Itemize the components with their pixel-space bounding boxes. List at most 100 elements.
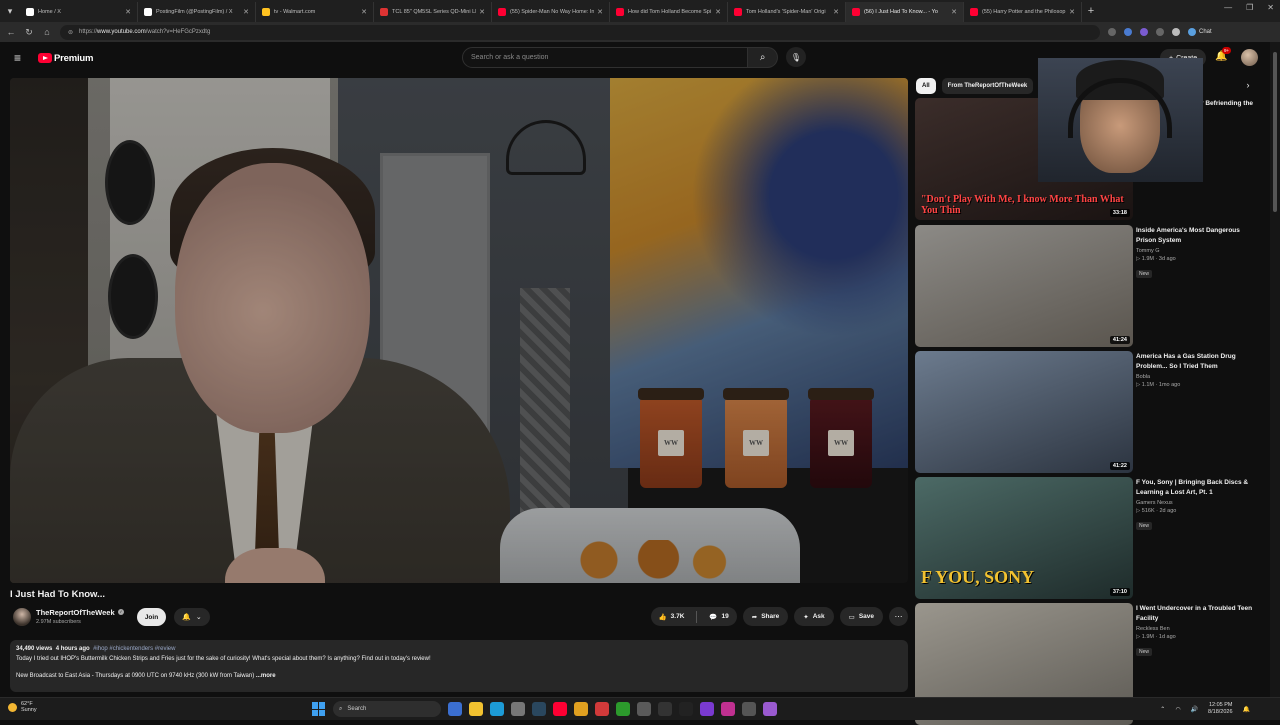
channel-name[interactable]: Gamers Nexus: [1136, 500, 1258, 506]
search-input[interactable]: Search or ask a question: [462, 47, 749, 68]
xbox-icon[interactable]: [616, 702, 630, 716]
browser-tab[interactable]: (55) Spider-Man No Way Home: In ✕: [492, 2, 610, 22]
close-tab-icon[interactable]: ✕: [715, 8, 721, 16]
browser-tab[interactable]: tv - Walmart.com ✕: [256, 2, 374, 22]
close-tab-icon[interactable]: ✕: [243, 8, 249, 16]
more-actions-icon[interactable]: ⋯: [889, 607, 908, 626]
video-title[interactable]: F You, Sony | Bringing Back Discs & Lear…: [1136, 478, 1258, 498]
channel-avatar[interactable]: [13, 608, 31, 626]
app-icon[interactable]: [448, 702, 462, 716]
app-icon[interactable]: [742, 702, 756, 716]
edge-icon[interactable]: [490, 702, 504, 716]
notification-center-icon[interactable]: 🔔: [1243, 706, 1250, 713]
tab-search-icon[interactable]: ▾: [0, 0, 20, 22]
share-button[interactable]: ➦ Share: [742, 607, 789, 626]
tiktok-icon[interactable]: [679, 702, 693, 716]
steam-icon[interactable]: [532, 702, 546, 716]
app-icon[interactable]: [700, 702, 714, 716]
join-button[interactable]: Join: [137, 608, 166, 626]
app-icon[interactable]: [637, 702, 651, 716]
voice-search-icon[interactable]: 🎙: [786, 47, 806, 67]
search-icon[interactable]: ⌕: [748, 47, 778, 68]
channel-name[interactable]: Bobla: [1136, 374, 1258, 380]
video-title[interactable]: I Went Undercover in a Troubled Teen Fac…: [1136, 604, 1258, 624]
save-button[interactable]: ▭ Save: [839, 607, 883, 626]
app-icon[interactable]: [469, 702, 483, 716]
favicon-icon: [852, 8, 860, 16]
recommended-video[interactable]: F YOU, SONY 37:10 F You, Sony | Bringing B…: [915, 477, 1260, 599]
close-tab-icon[interactable]: ✕: [125, 8, 131, 16]
chevron-up-icon[interactable]: ⌃: [1160, 706, 1165, 713]
youtube-logo[interactable]: Premium: [38, 53, 93, 64]
chevron-right-icon[interactable]: ›: [1240, 77, 1256, 93]
close-tab-icon[interactable]: ✕: [479, 8, 485, 16]
video-title[interactable]: Inside America's Most Dangerous Prison S…: [1136, 226, 1258, 246]
browser-tab[interactable]: (55) Harry Potter and the Philosop ✕: [964, 2, 1082, 22]
video-thumbnail[interactable]: 41:22: [915, 351, 1133, 473]
new-tab-button[interactable]: +: [1082, 5, 1100, 17]
notifications-icon[interactable]: 🔔 9+: [1215, 47, 1232, 62]
video-thumbnail[interactable]: F YOU, SONY 37:10: [915, 477, 1133, 599]
app-icon[interactable]: [595, 702, 609, 716]
browser-tab[interactable]: Tom Holland's 'Spider-Man' Origi ✕: [728, 2, 846, 22]
chat-button[interactable]: Chat: [1188, 28, 1212, 36]
close-tab-icon[interactable]: ✕: [597, 8, 603, 16]
scrollbar-thumb[interactable]: [1273, 52, 1277, 212]
close-tab-icon[interactable]: ✕: [833, 8, 839, 16]
close-tab-icon[interactable]: ✕: [951, 8, 957, 16]
extension-icon[interactable]: [1140, 28, 1148, 36]
app-icon[interactable]: [721, 702, 735, 716]
filter-chip[interactable]: From TheReportOfTheWeek: [941, 78, 1034, 94]
volume-icon[interactable]: 🔊: [1191, 706, 1198, 713]
ask-button[interactable]: ✦ Ask: [794, 607, 834, 626]
app-icon[interactable]: [658, 702, 672, 716]
description-box[interactable]: 34,490 views 4 hours ago #ihop #chickent…: [10, 640, 908, 692]
filter-chip[interactable]: All: [916, 78, 936, 94]
taskbar-search[interactable]: ⌕ Search: [333, 701, 441, 717]
recommended-video[interactable]: 41:24 Inside America's Most Dangerous Pri…: [915, 225, 1260, 347]
app-icon[interactable]: [511, 702, 525, 716]
tab-title: (55) Harry Potter and the Philosop: [982, 9, 1066, 15]
subscribe-bell-button[interactable]: 🔔 ⌄: [174, 608, 210, 626]
more-link[interactable]: ...more: [256, 673, 276, 679]
browser-tab[interactable]: Home / X ✕: [20, 2, 138, 22]
windows-start-icon[interactable]: [312, 702, 326, 716]
page-scrollbar[interactable]: [1270, 42, 1280, 697]
extension-icon[interactable]: [1108, 28, 1116, 36]
extension-icon[interactable]: [1156, 28, 1164, 36]
back-icon[interactable]: ←: [6, 27, 16, 37]
chrome-icon[interactable]: [574, 702, 588, 716]
minimize-icon[interactable]: —: [1224, 3, 1232, 12]
weather-widget[interactable]: 62°F Sunny: [8, 701, 37, 713]
youtube-icon[interactable]: [553, 702, 567, 716]
video-thumbnail[interactable]: 41:24: [915, 225, 1133, 347]
menu-icon[interactable]: ≡: [14, 51, 26, 65]
browser-tab[interactable]: (56) I Just Had To Know... - Yo ✕: [846, 2, 964, 22]
recommended-video[interactable]: 41:22 America Has a Gas Station Drug Prob…: [915, 351, 1260, 473]
home-icon[interactable]: ⌂: [42, 27, 52, 37]
close-window-icon[interactable]: ✕: [1267, 3, 1274, 12]
app-icon[interactable]: [763, 702, 777, 716]
reload-icon[interactable]: ↻: [24, 27, 34, 38]
video-player[interactable]: WW WW WW: [10, 78, 908, 583]
channel-name[interactable]: Tommy G: [1136, 248, 1258, 254]
hashtags[interactable]: #ihop #chickentenders #review: [93, 646, 175, 652]
site-info-icon[interactable]: ⊜: [68, 29, 73, 36]
browser-tab[interactable]: How did Tom Holland Become Spi ✕: [610, 2, 728, 22]
browser-tab[interactable]: PostingFilm (@PostingFilm) / X ✕: [138, 2, 256, 22]
comments-button[interactable]: 💬 19: [701, 607, 736, 626]
extension-icon[interactable]: [1124, 28, 1132, 36]
like-button[interactable]: 👍 3.7K: [651, 607, 693, 626]
close-tab-icon[interactable]: ✕: [1069, 8, 1075, 16]
profile-icon[interactable]: [1172, 28, 1180, 36]
account-avatar[interactable]: [1241, 49, 1258, 66]
clock[interactable]: 12:05 PM 8/18/2026: [1208, 702, 1232, 716]
browser-tab[interactable]: TCL 85" QM5SL Series QD-Mini LE ✕: [374, 2, 492, 22]
maximize-icon[interactable]: ❐: [1246, 3, 1253, 12]
video-title[interactable]: America Has a Gas Station Drug Problem..…: [1136, 352, 1258, 372]
channel-name[interactable]: TheReportOfTheWeek: [36, 608, 115, 617]
close-tab-icon[interactable]: ✕: [361, 8, 367, 16]
address-bar[interactable]: ⊜ https://www.youtube.com/watch?v=HeFGcP…: [60, 24, 1100, 40]
channel-name[interactable]: Reckless Ben: [1136, 626, 1258, 632]
wifi-icon[interactable]: ◠: [1175, 706, 1180, 713]
